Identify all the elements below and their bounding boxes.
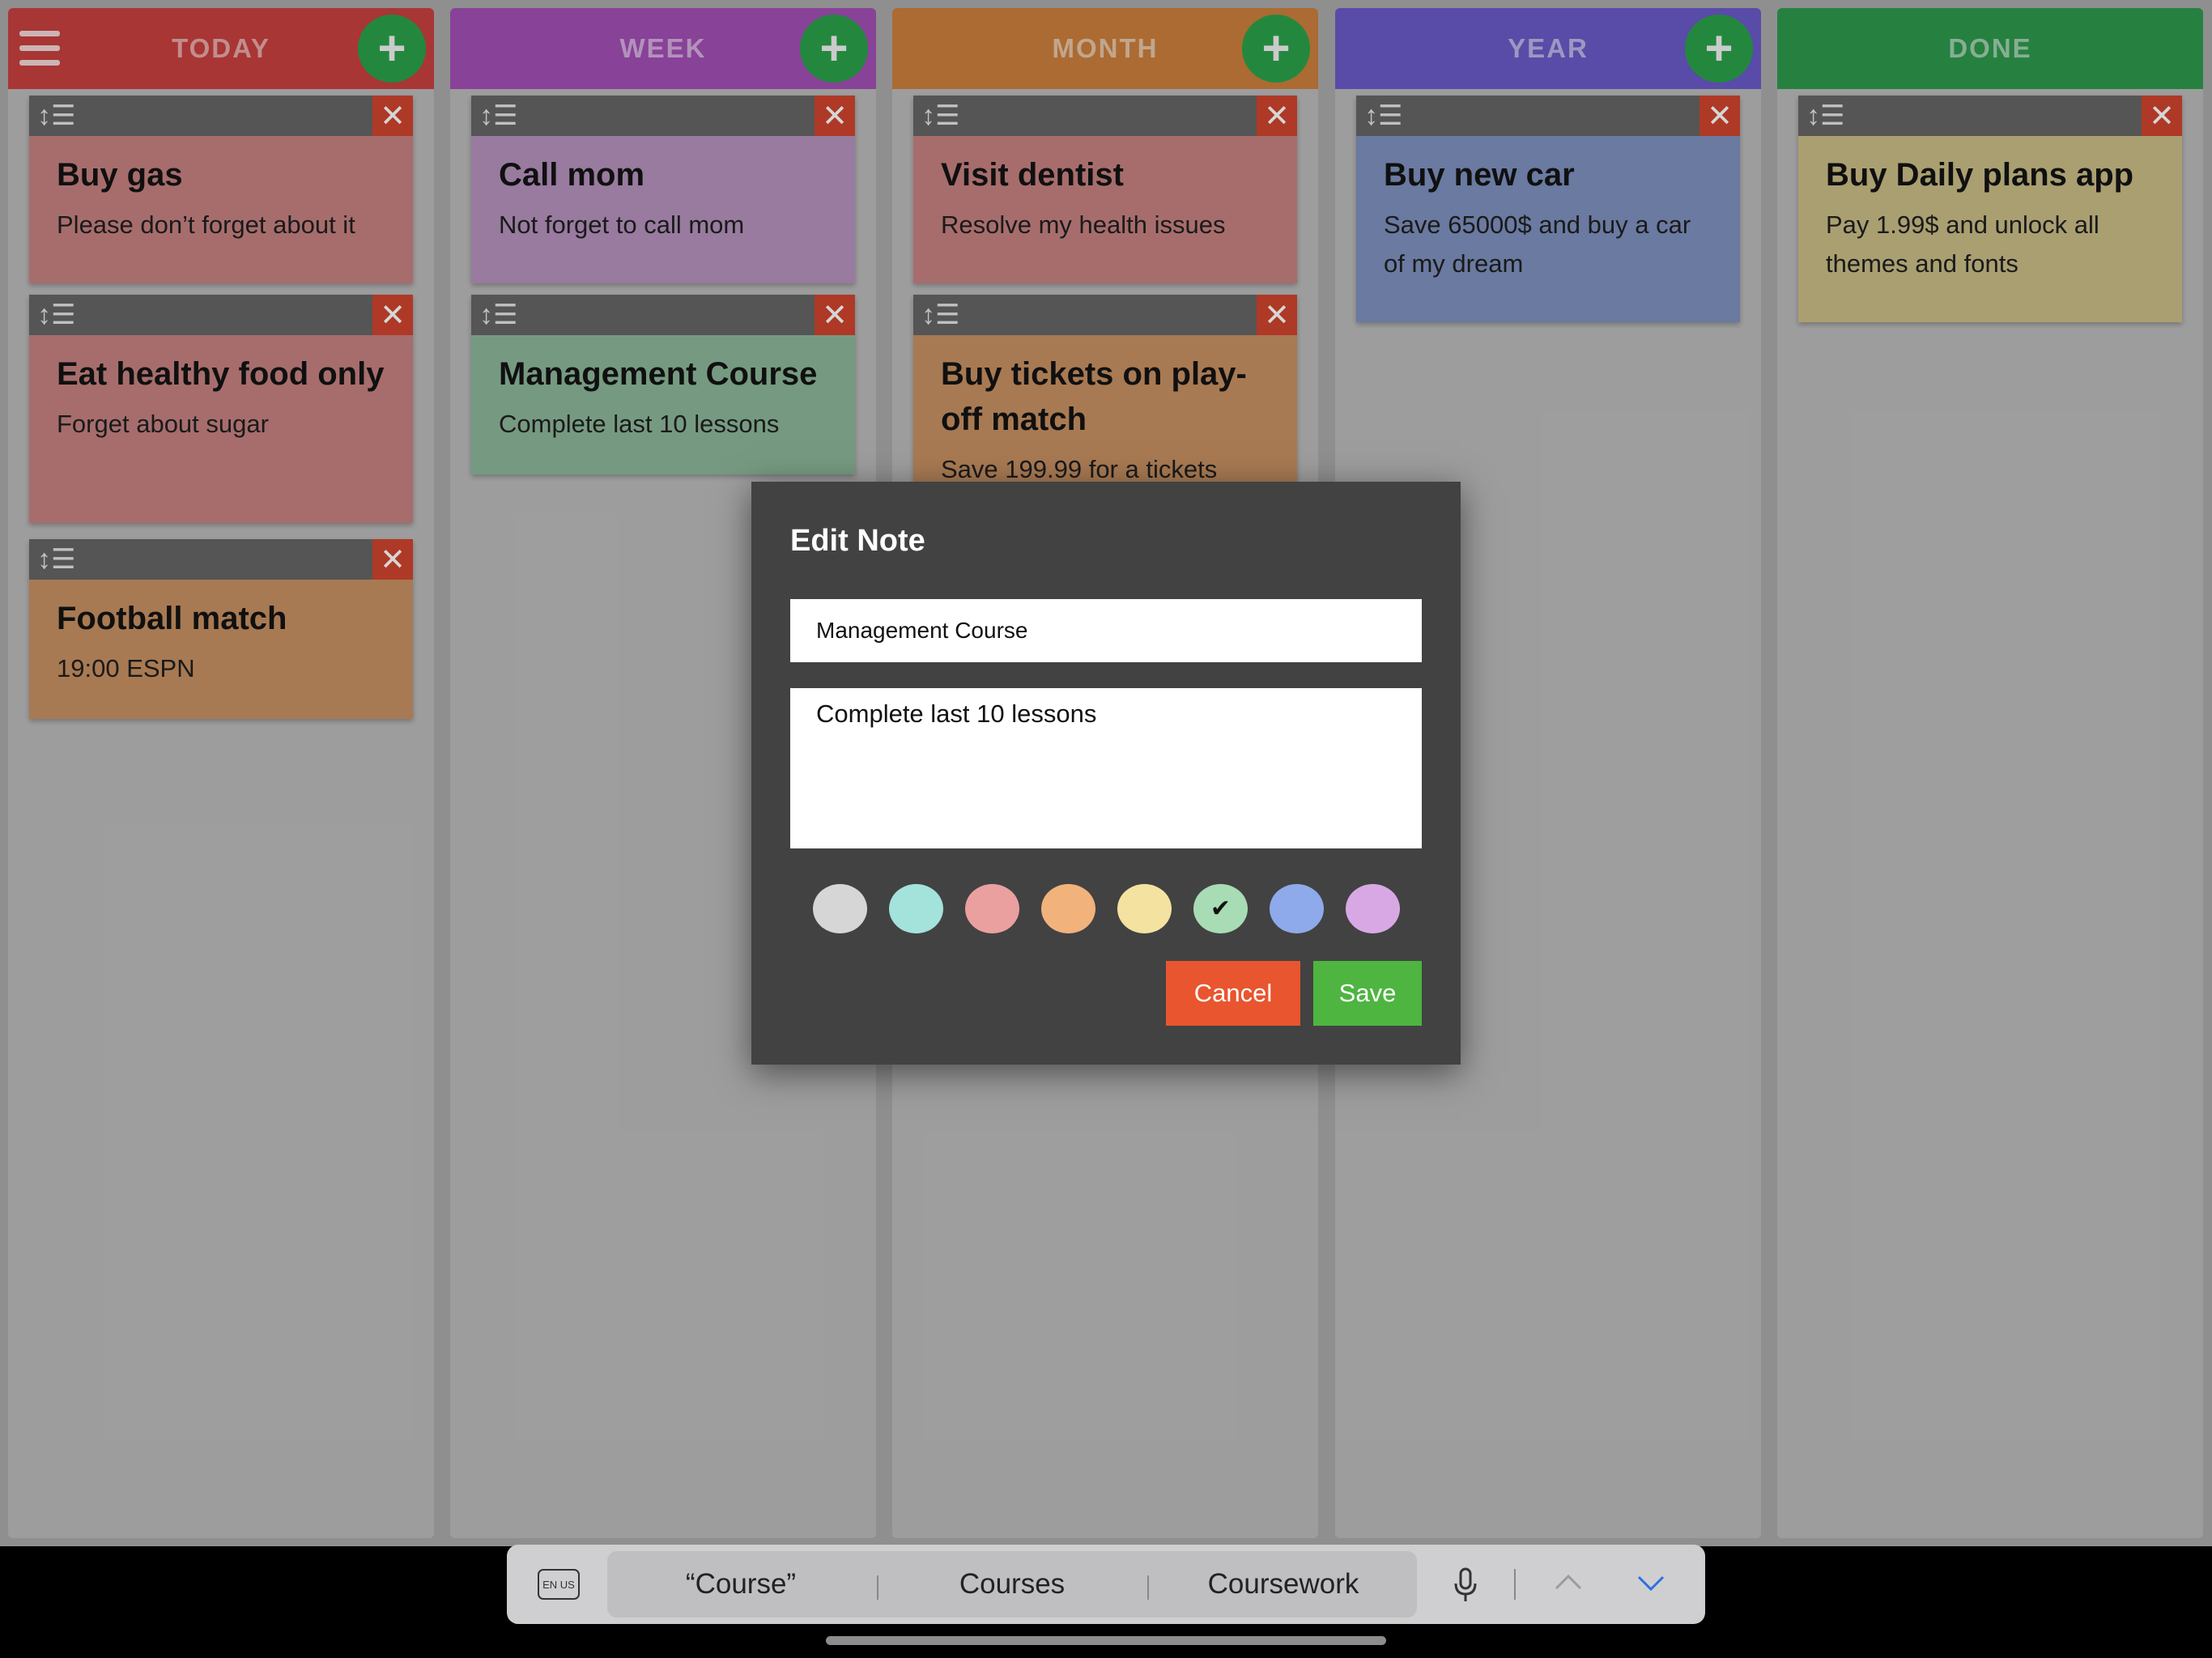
- toolbar-divider: [1514, 1569, 1516, 1600]
- note-description-input[interactable]: Complete last 10 lessons: [790, 688, 1422, 848]
- checkmark-icon: ✔: [1210, 895, 1231, 922]
- color-swatch[interactable]: [1270, 884, 1324, 933]
- suggestion-divider: [1147, 1575, 1149, 1600]
- chevron-down-icon[interactable]: [1634, 1566, 1668, 1600]
- color-swatch[interactable]: ✔: [1193, 884, 1248, 933]
- save-button[interactable]: Save: [1313, 961, 1422, 1026]
- color-picker: ✔: [813, 884, 1400, 933]
- suggestion-3[interactable]: Coursework: [1150, 1551, 1417, 1618]
- note-title-input[interactable]: [790, 599, 1422, 662]
- edit-note-dialog: Edit Note Complete last 10 lessons ✔ Can…: [751, 482, 1461, 1065]
- color-swatch[interactable]: [813, 884, 867, 933]
- cancel-button[interactable]: Cancel: [1166, 961, 1300, 1026]
- microphone-icon[interactable]: [1444, 1564, 1487, 1606]
- color-swatch[interactable]: [889, 884, 943, 933]
- color-swatch[interactable]: [1346, 884, 1400, 933]
- color-swatch[interactable]: [1041, 884, 1095, 933]
- color-swatch[interactable]: [965, 884, 1019, 933]
- chevron-up-icon[interactable]: [1551, 1566, 1585, 1600]
- predictive-suggestions: “Course” Courses Coursework: [607, 1551, 1417, 1618]
- color-swatch[interactable]: [1117, 884, 1172, 933]
- keyboard-icon[interactable]: EN US: [538, 1569, 580, 1600]
- keyboard-shortcut-bar: EN US “Course” Courses Coursework: [507, 1545, 1705, 1624]
- dialog-title: Edit Note: [790, 524, 925, 558]
- home-indicator[interactable]: [826, 1636, 1386, 1645]
- suggestion-2[interactable]: Courses: [878, 1551, 1146, 1618]
- suggestion-1[interactable]: “Course”: [607, 1551, 874, 1618]
